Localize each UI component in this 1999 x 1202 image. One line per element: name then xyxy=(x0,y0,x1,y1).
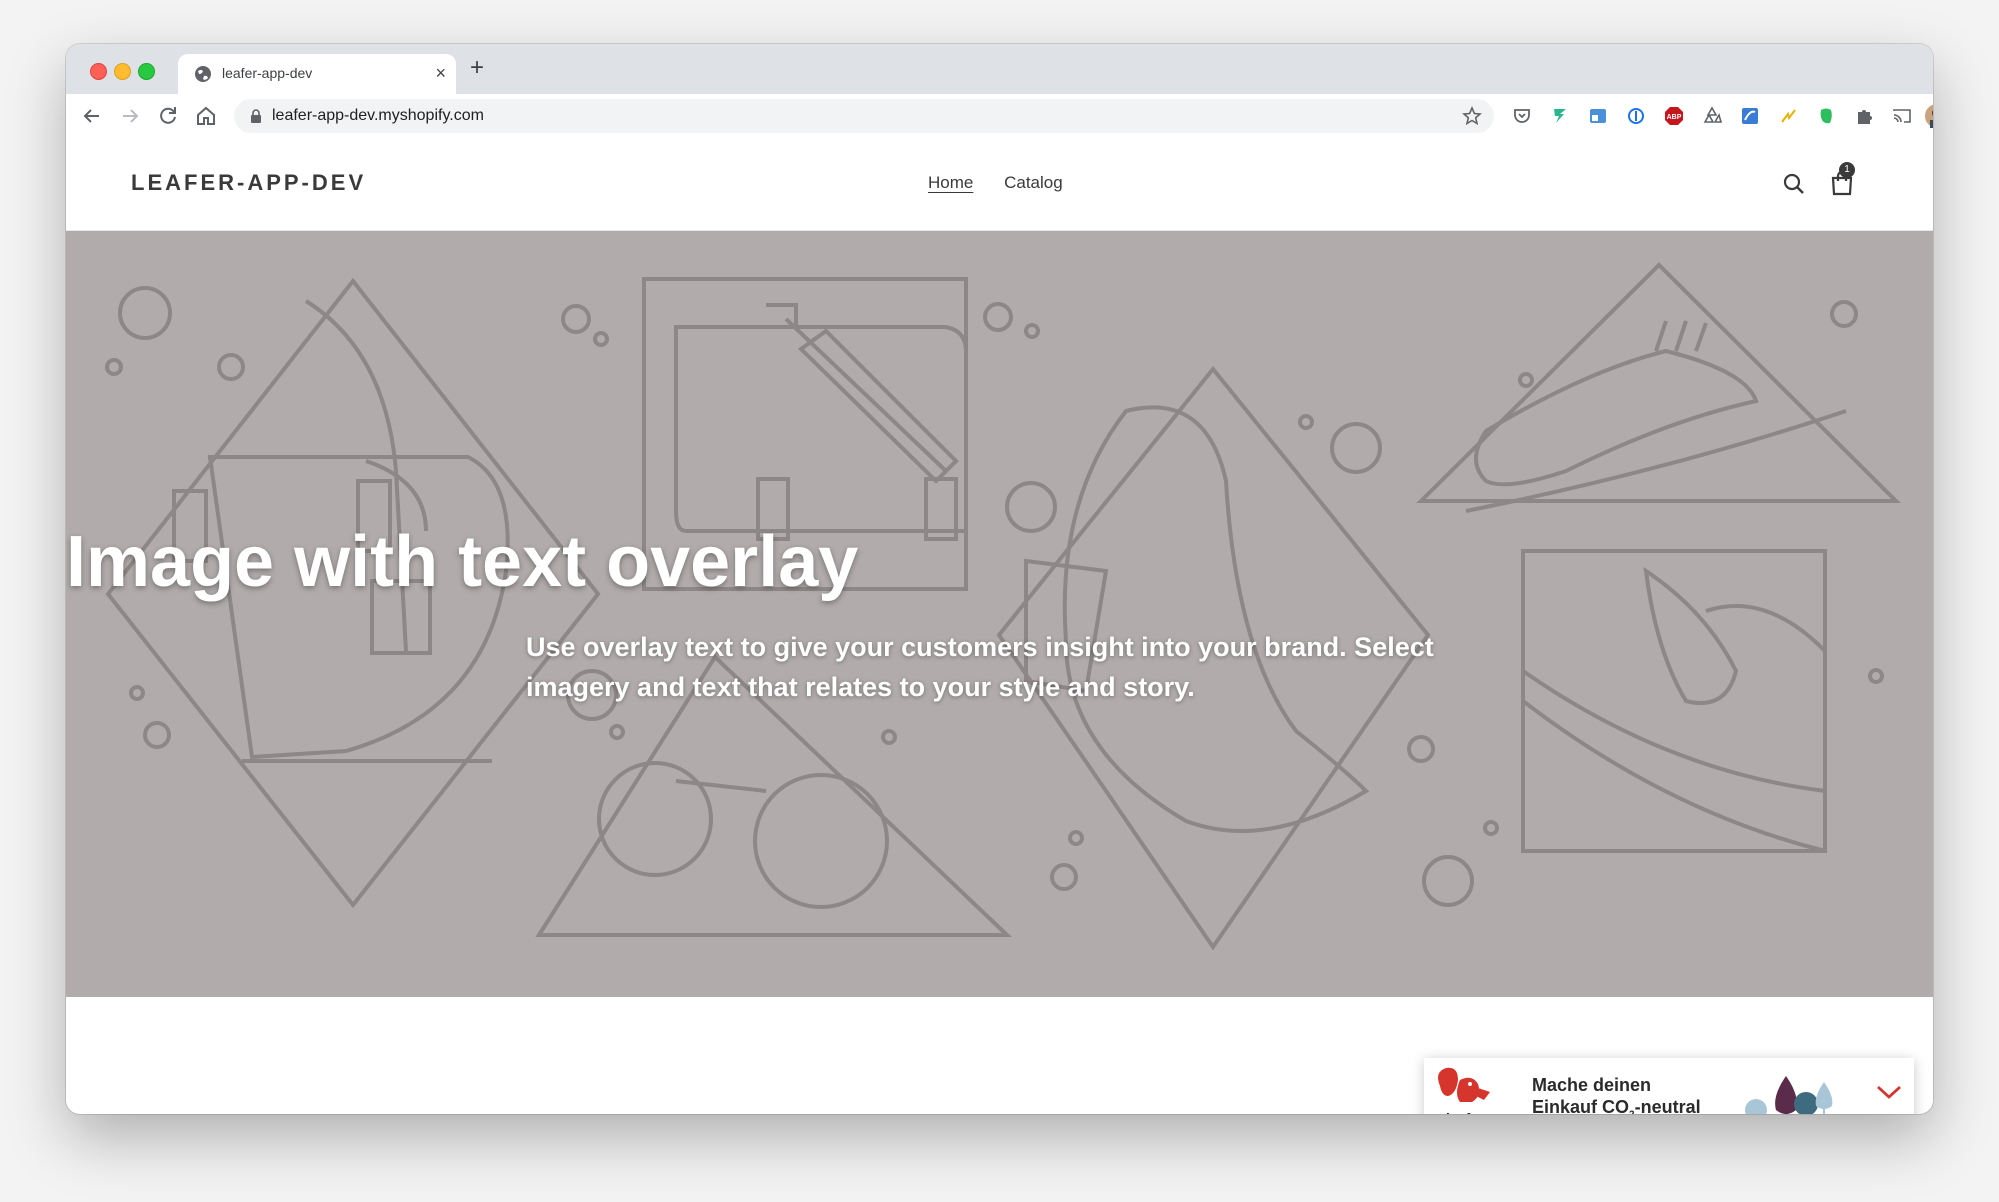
browser-toolbar: leafer-app-dev.myshopify.com ABP xyxy=(66,94,1933,139)
hero-illustration xyxy=(105,262,1901,951)
url-text: leafer-app-dev.myshopify.com xyxy=(272,107,484,124)
nav-catalog[interactable]: Catalog xyxy=(1004,173,1063,192)
pocket-icon[interactable] xyxy=(1512,106,1532,126)
cast-icon[interactable] xyxy=(1892,106,1912,126)
hero-banner: Image with text overlay Use overlay text… xyxy=(66,231,1933,997)
tab-strip: leafer-app-dev × + xyxy=(66,44,1933,94)
recycle-icon[interactable] xyxy=(1702,106,1722,126)
maximize-window-button[interactable] xyxy=(138,63,155,80)
screenshot-icon[interactable] xyxy=(1740,106,1760,126)
1password-icon[interactable] xyxy=(1626,106,1646,126)
site-header: LEAFER-APP-DEV Home Catalog 1 xyxy=(66,138,1933,231)
leafer-squirrel-icon xyxy=(1438,1067,1490,1102)
main-nav: Home Catalog xyxy=(928,173,1089,193)
chevron-down-icon[interactable] xyxy=(1876,1084,1902,1100)
close-tab-icon[interactable]: × xyxy=(435,63,446,83)
lock-icon xyxy=(251,109,261,123)
search-icon[interactable] xyxy=(1782,172,1806,196)
hero-subtitle: Use overlay text to give your customers … xyxy=(526,632,1434,702)
svg-text:ABP: ABP xyxy=(1667,114,1682,121)
minimize-window-button[interactable] xyxy=(114,63,131,80)
forward-arrow-icon[interactable] xyxy=(118,104,142,128)
trees-illustration xyxy=(1745,1076,1833,1114)
leafer-line2: Einkauf CO2-neutral xyxy=(1532,1096,1701,1114)
lightning-icon[interactable] xyxy=(1778,106,1798,126)
cart-count-badge: 1 xyxy=(1839,162,1855,178)
browser-tab[interactable]: leafer-app-dev × xyxy=(178,54,456,94)
widget-icon[interactable] xyxy=(1588,106,1608,126)
web-page: LEAFER-APP-DEV Home Catalog 1 Image with… xyxy=(66,138,1933,1114)
hero-title: Image with text overlay xyxy=(66,522,859,602)
address-bar[interactable]: leafer-app-dev.myshopify.com xyxy=(234,99,1494,133)
leafer-line1: Mache deinen xyxy=(1532,1075,1652,1095)
profile-avatar[interactable] xyxy=(1924,103,1933,129)
site-logo[interactable]: LEAFER-APP-DEV xyxy=(131,170,366,196)
leafer-line2-prefix: Einkauf CO xyxy=(1532,1097,1630,1114)
browser-window: leafer-app-dev × + leafer-app-dev.myshop… xyxy=(66,44,1933,1114)
bookmark-star-icon[interactable] xyxy=(1462,106,1482,126)
puzzle-icon[interactable] xyxy=(1854,106,1874,126)
abp-icon[interactable]: ABP xyxy=(1664,106,1684,126)
reload-icon[interactable] xyxy=(156,104,180,128)
leafer-line2-suffix: -neutral xyxy=(1634,1097,1701,1114)
close-window-button[interactable] xyxy=(90,63,107,80)
evernote-icon[interactable] xyxy=(1816,106,1836,126)
back-arrow-icon[interactable] xyxy=(80,104,104,128)
nav-home[interactable]: Home xyxy=(928,173,973,192)
home-icon[interactable] xyxy=(194,104,218,128)
leafer-message: Mache deinen Einkauf CO2-neutral xyxy=(1532,1074,1701,1114)
feather-icon[interactable] xyxy=(1550,106,1570,126)
new-tab-button[interactable]: + xyxy=(470,56,484,80)
leafer-widget[interactable]: leafer Mache deinen Einkauf CO2-neutral xyxy=(1424,1058,1914,1114)
tab-title: leafer-app-dev xyxy=(222,65,313,81)
globe-icon xyxy=(195,66,211,82)
leafer-brand: leafer xyxy=(1446,1110,1483,1114)
